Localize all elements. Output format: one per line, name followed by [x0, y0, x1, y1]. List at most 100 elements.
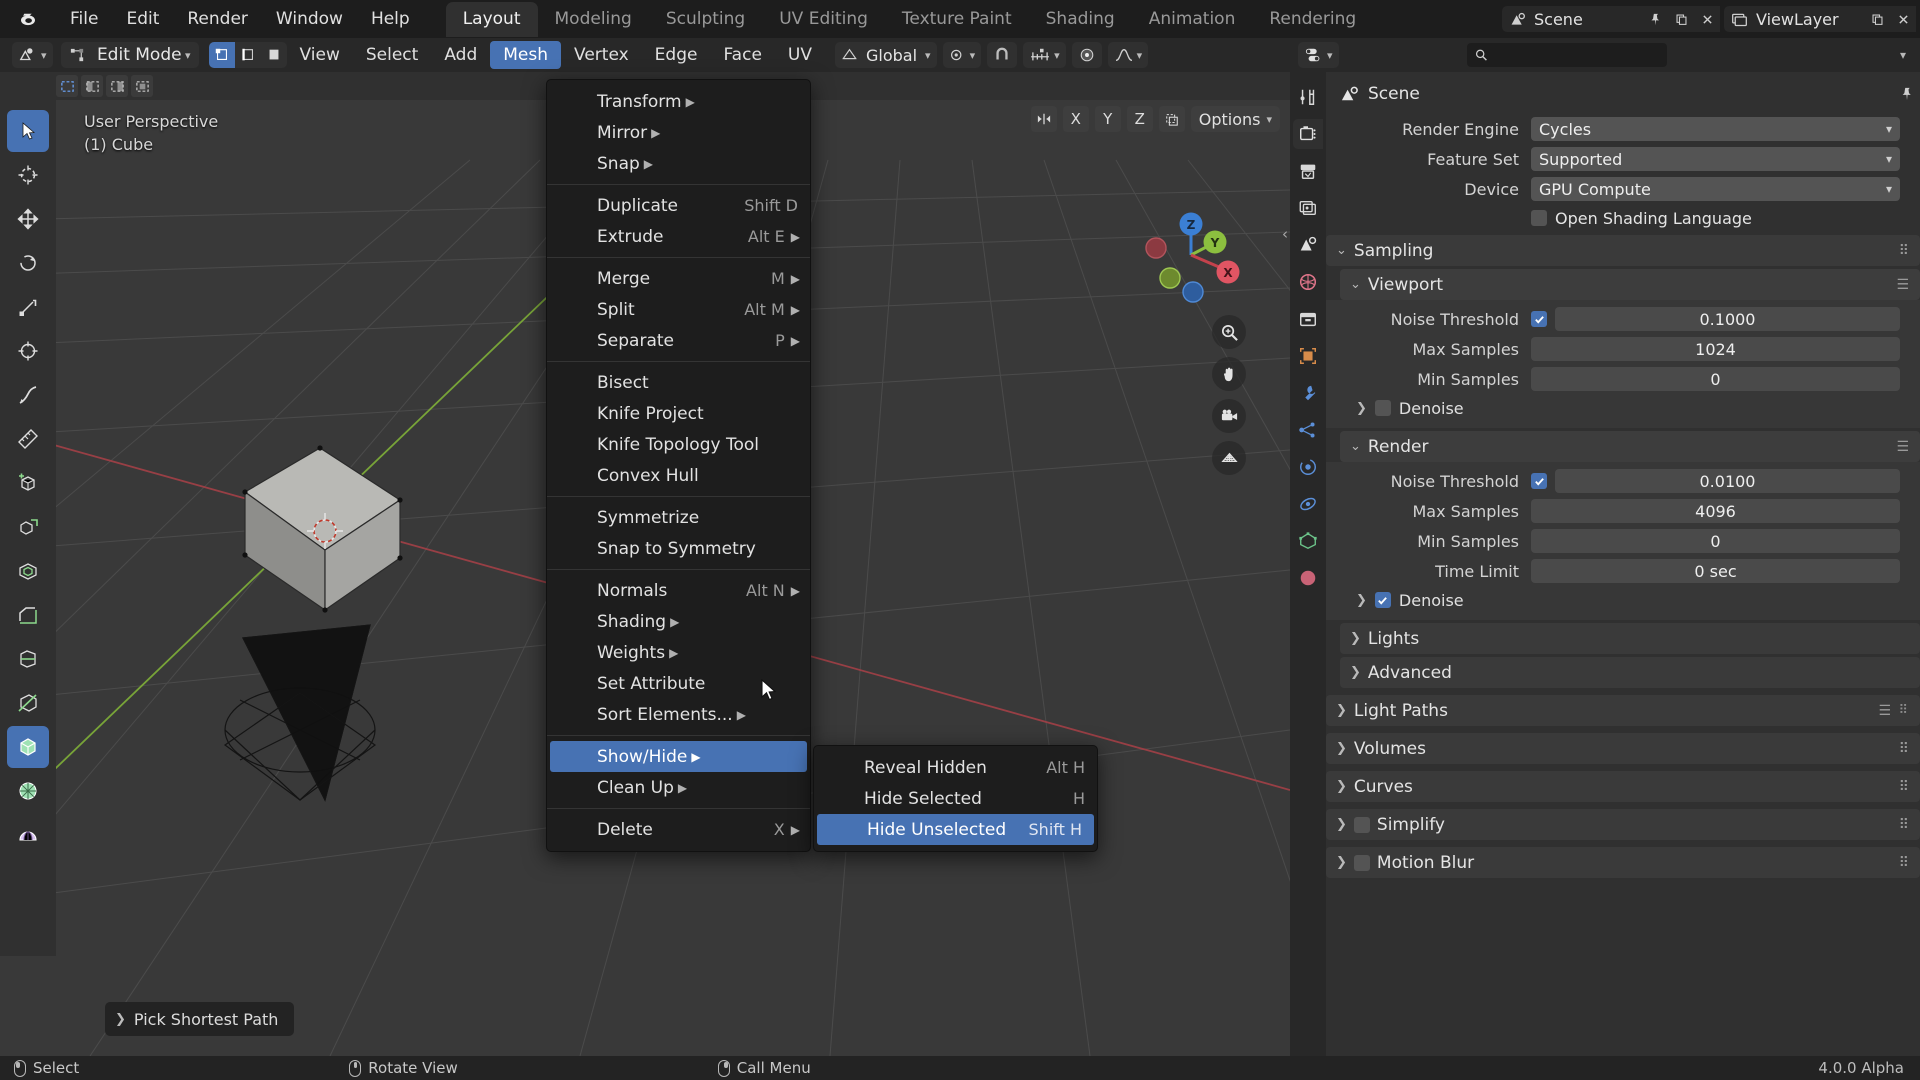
panel-sampling[interactable]: ⌄ Sampling ⠿	[1326, 235, 1920, 266]
select-extend-icon[interactable]	[81, 75, 103, 97]
vertex-select-icon[interactable]	[208, 42, 235, 68]
menu-item-snap-to-symmetry[interactable]: Snap to Symmetry	[547, 533, 810, 564]
drag-dots-icon[interactable]: ⠿	[1899, 243, 1910, 259]
workspace-tab-shading[interactable]: Shading	[1029, 2, 1132, 37]
panel-advanced[interactable]: ❯ Advanced	[1340, 657, 1920, 688]
viewport-max-samples-value[interactable]: 1024	[1531, 337, 1900, 361]
viewport-menu-uv[interactable]: UV	[775, 41, 825, 69]
preset-list-icon[interactable]: ☰	[1896, 277, 1910, 293]
panel-lights[interactable]: ❯ Lights	[1340, 623, 1920, 654]
viewport-noise-threshold-checkbox[interactable]	[1531, 311, 1547, 327]
panel-motion-blur[interactable]: ❯ Motion Blur ⠿	[1326, 847, 1920, 878]
interaction-mode-selector[interactable]: Edit Mode ▾	[60, 42, 199, 68]
remove-scene-x-icon[interactable]	[1694, 6, 1720, 32]
menu-item-split[interactable]: Split Alt M ▶	[547, 294, 810, 325]
menu-item-knife-topology-tool[interactable]: Knife Topology Tool	[547, 429, 810, 460]
menu-help[interactable]: Help	[357, 5, 424, 33]
drag-dots-icon[interactable]: ⠿	[1898, 703, 1908, 718]
tool-cursor[interactable]	[7, 154, 49, 196]
tool-scale[interactable]	[7, 286, 49, 328]
submenu-item-hide-unselected[interactable]: Hide Unselected Shift H	[817, 814, 1094, 845]
properties-tab-output[interactable]	[1293, 156, 1323, 186]
drag-dots-icon[interactable]: ⠿	[1899, 779, 1910, 795]
zoom-icon[interactable]	[1212, 315, 1246, 349]
pivot-point-icon[interactable]: ▾	[942, 42, 982, 68]
panel-sampling-render[interactable]: ⌄ Render ☰	[1340, 431, 1920, 462]
remove-viewlayer-x-icon[interactable]	[1890, 6, 1916, 32]
properties-tab-data[interactable]	[1293, 526, 1323, 556]
menu-render[interactable]: Render	[173, 5, 262, 33]
osl-checkbox[interactable]	[1531, 210, 1547, 226]
new-scene-icon[interactable]	[1668, 6, 1694, 32]
select-intersect-icon[interactable]	[131, 75, 153, 97]
properties-tab-object[interactable]	[1293, 341, 1323, 371]
select-subtract-icon[interactable]	[106, 75, 128, 97]
face-select-icon[interactable]	[260, 42, 287, 68]
tool-extrude-region[interactable]	[7, 506, 49, 548]
simplify-checkbox[interactable]	[1353, 816, 1370, 833]
submenu-item-reveal-hidden[interactable]: Reveal Hidden Alt H	[814, 752, 1097, 783]
mesh-dropdown-menu[interactable]: Transform ▶ Mirror ▶ Snap ▶ Duplicate Shift …	[546, 79, 811, 852]
render-denoise-checkbox[interactable]	[1374, 592, 1391, 608]
transform-orientation-selector[interactable]: Global ▾	[835, 42, 937, 68]
tool-move[interactable]	[7, 198, 49, 240]
search-field[interactable]	[1493, 46, 1659, 64]
tool-poly-build[interactable]	[7, 726, 49, 768]
drag-dots-icon[interactable]: ⠿	[1899, 741, 1910, 757]
drag-dots-icon[interactable]: ⠿	[1899, 817, 1910, 833]
mirror-x-icon[interactable]	[1030, 106, 1057, 132]
properties-tab-collection[interactable]	[1293, 304, 1323, 334]
workspace-tab-layout[interactable]: Layout	[445, 1, 538, 37]
menu-item-weights[interactable]: Weights ▶	[547, 637, 810, 668]
camera-view-icon[interactable]	[1212, 399, 1246, 433]
viewport-denoise-row[interactable]: ❯ Denoise	[1326, 394, 1920, 422]
menu-item-separate[interactable]: Separate P ▶	[547, 325, 810, 356]
falloff-curve-icon[interactable]: ▾	[1107, 42, 1149, 68]
menu-item-normals[interactable]: Normals Alt N ▶	[547, 575, 810, 606]
preset-list-icon[interactable]: ☰	[1878, 703, 1892, 719]
tool-tweak[interactable]	[7, 110, 49, 152]
properties-tab-modifier[interactable]	[1293, 378, 1323, 408]
menu-item-shading[interactable]: Shading ▶	[547, 606, 810, 637]
scene-selector[interactable]: Scene	[1502, 6, 1720, 32]
snap-increment-icon[interactable]: ▾	[1023, 42, 1066, 68]
panel-sampling-viewport[interactable]: ⌄ Viewport ☰	[1340, 269, 1920, 300]
properties-tab-world[interactable]	[1293, 267, 1323, 297]
tool-smooth[interactable]	[7, 814, 49, 856]
properties-tab-material[interactable]	[1293, 563, 1323, 593]
panel-light-paths[interactable]: ❯ Light Paths ☰ ⠿	[1326, 695, 1920, 726]
render-noise-threshold-checkbox[interactable]	[1531, 473, 1547, 489]
workspace-tab-uv-editing[interactable]: UV Editing	[762, 2, 885, 37]
panel-curves[interactable]: ❯ Curves ⠿	[1326, 771, 1920, 802]
preset-list-icon[interactable]: ☰	[1896, 439, 1910, 455]
mirror-axis-y[interactable]: Y	[1094, 106, 1121, 132]
panel-simplify[interactable]: ❯ Simplify ⠿	[1326, 809, 1920, 840]
tool-transform[interactable]	[7, 330, 49, 372]
properties-tab-viewlayer[interactable]	[1293, 193, 1323, 223]
pin-icon[interactable]	[1900, 87, 1914, 101]
menu-item-bisect[interactable]: Bisect	[547, 367, 810, 398]
workspace-tab-animation[interactable]: Animation	[1132, 2, 1253, 37]
tool-add-cube[interactable]	[7, 462, 49, 504]
snap-magnet-icon[interactable]	[987, 42, 1018, 68]
workspace-tab-texture-paint[interactable]: Texture Paint	[885, 2, 1029, 37]
menu-item-clean-up[interactable]: Clean Up ▶	[547, 772, 810, 803]
submenu-item-hide-selected[interactable]: Hide Selected H	[814, 783, 1097, 814]
viewport-menu-edge[interactable]: Edge	[642, 41, 711, 69]
properties-editor-type-selector[interactable]: ▾	[1298, 42, 1339, 68]
tool-loop-cut[interactable]	[7, 638, 49, 680]
render-min-samples-value[interactable]: 0	[1531, 529, 1900, 553]
panel-volumes[interactable]: ❯ Volumes ⠿	[1326, 733, 1920, 764]
properties-tab-scene[interactable]	[1293, 230, 1323, 260]
viewport-noise-threshold-value[interactable]: 0.1000	[1555, 307, 1900, 331]
tool-measure[interactable]	[7, 418, 49, 460]
mirror-axis-z[interactable]: Z	[1126, 106, 1153, 132]
properties-tab-particles[interactable]	[1293, 415, 1323, 445]
chevron-down-icon[interactable]: ▾	[1900, 48, 1912, 62]
menu-item-convex-hull[interactable]: Convex Hull	[547, 460, 810, 491]
workspace-tab-rendering[interactable]: Rendering	[1252, 2, 1373, 37]
motion-blur-checkbox[interactable]	[1353, 854, 1370, 871]
menu-item-merge[interactable]: Merge M ▶	[547, 263, 810, 294]
menu-item-knife-project[interactable]: Knife Project	[547, 398, 810, 429]
tool-annotate[interactable]	[7, 374, 49, 416]
